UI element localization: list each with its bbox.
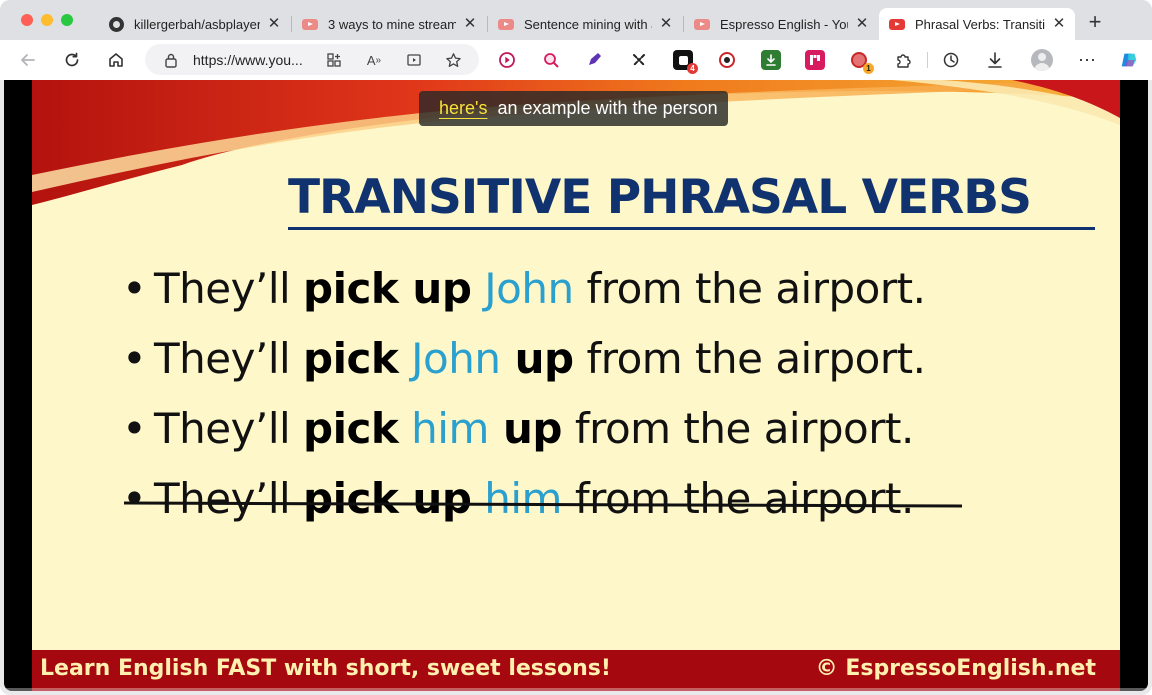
tab-phrasal-verbs[interactable]: Phrasal Verbs: Transitiv ✕ — [879, 8, 1075, 40]
dark-extension-icon[interactable]: 4 — [673, 50, 698, 74]
tab-sentence-mining[interactable]: Sentence mining with a ✕ — [488, 8, 682, 40]
close-tab-icon[interactable]: ✕ — [462, 16, 478, 32]
profile-avatar[interactable] — [1031, 49, 1053, 71]
example-sentence-2: • They’ll pick John up from the airport. — [122, 334, 926, 383]
close-tab-icon[interactable]: ✕ — [266, 16, 282, 32]
circle-extension-icon[interactable]: 1 — [849, 50, 874, 74]
maximize-window-button[interactable] — [61, 14, 73, 26]
close-tab-icon[interactable]: ✕ — [1051, 16, 1067, 32]
home-button[interactable] — [104, 48, 128, 72]
github-icon — [108, 16, 124, 32]
youtube-icon — [889, 16, 905, 32]
shortcut-extension-icon[interactable] — [629, 50, 649, 70]
home-icon — [109, 53, 123, 67]
slide-title: TRANSITIVE PHRASAL VERBS — [288, 170, 1032, 225]
example-sentence-3: • They’ll pick him up from the airport. — [122, 404, 914, 453]
favorite-star-icon[interactable] — [444, 51, 462, 69]
download-extension-icon[interactable] — [761, 50, 781, 70]
tab-asbplayer-github[interactable]: killergerbah/asbplayer: ✕ — [98, 8, 290, 40]
tab-title: killergerbah/asbplayer: — [134, 16, 260, 32]
video-player[interactable]: TRANSITIVE PHRASAL VERBS • They’ll pick u… — [4, 80, 1148, 691]
video-progress-bar[interactable] — [4, 688, 1148, 691]
tab-mine-streaming[interactable]: 3 ways to mine streami ✕ — [292, 8, 486, 40]
back-arrow-icon — [21, 54, 35, 66]
youtube-icon — [302, 16, 318, 32]
note-extension-icon[interactable] — [585, 50, 605, 70]
back-button[interactable] — [16, 48, 40, 72]
board-extension-icon[interactable] — [805, 50, 825, 70]
title-underline — [288, 227, 1095, 230]
close-tab-icon[interactable]: ✕ — [854, 16, 870, 32]
subtitle-overlay[interactable]: here's an example with the person — [419, 91, 728, 126]
history-icon[interactable] — [941, 50, 961, 70]
example-sentence-4-incorrect: • They’ll pick up him from the airport. — [122, 474, 914, 523]
apps-icon[interactable] — [325, 51, 343, 69]
browser-window: killergerbah/asbplayer: ✕ 3 ways to mine… — [0, 0, 1152, 695]
tab-title: Phrasal Verbs: Transitiv — [915, 16, 1045, 32]
tab-title: Sentence mining with a — [524, 16, 652, 32]
downloads-icon[interactable] — [985, 50, 1005, 70]
youtube-icon — [498, 16, 514, 32]
search-extension-icon[interactable] — [541, 50, 561, 70]
slide-footer: Learn English FAST with short, sweet les… — [32, 650, 1120, 691]
video-frame: TRANSITIVE PHRASAL VERBS • They’ll pick u… — [32, 80, 1120, 691]
subtitle-text[interactable]: an example with the person — [497, 98, 717, 119]
minimize-window-button[interactable] — [41, 14, 53, 26]
footer-tagline: Learn English FAST with short, sweet les… — [40, 656, 611, 681]
reload-button[interactable] — [60, 48, 84, 72]
reload-icon — [65, 52, 79, 67]
tab-espresso-english[interactable]: Espresso English - You ✕ — [684, 8, 878, 40]
more-menu-icon[interactable]: ⋯ — [1077, 50, 1097, 70]
footer-copyright: © EspressoEnglish.net — [815, 656, 1096, 681]
record-extension-icon[interactable] — [717, 50, 737, 70]
immersive-reader-icon[interactable] — [405, 51, 423, 69]
toolbar: https://www.you... A» 4 1 ⋯ — [0, 40, 1152, 80]
example-sentence-1: • They’ll pick up John from the airport. — [122, 264, 926, 313]
read-aloud-icon[interactable]: A» — [365, 51, 383, 69]
close-tab-icon[interactable]: ✕ — [658, 16, 674, 32]
subtitle-highlighted-word[interactable]: here's — [439, 98, 487, 119]
video-extension-icon[interactable] — [497, 50, 517, 70]
url-text[interactable]: https://www.you... — [193, 52, 303, 68]
new-tab-button[interactable]: + — [1084, 11, 1106, 34]
close-window-button[interactable] — [21, 14, 33, 26]
copilot-icon[interactable] — [1119, 50, 1139, 70]
tab-title: 3 ways to mine streami — [328, 16, 456, 32]
extensions-puzzle-icon[interactable] — [893, 50, 913, 70]
tab-strip: killergerbah/asbplayer: ✕ 3 ways to mine… — [0, 0, 1152, 40]
youtube-icon — [694, 16, 710, 32]
tab-title: Espresso English - You — [720, 16, 848, 32]
lock-icon[interactable] — [164, 52, 178, 73]
address-bar[interactable]: https://www.you... A» — [145, 44, 479, 75]
